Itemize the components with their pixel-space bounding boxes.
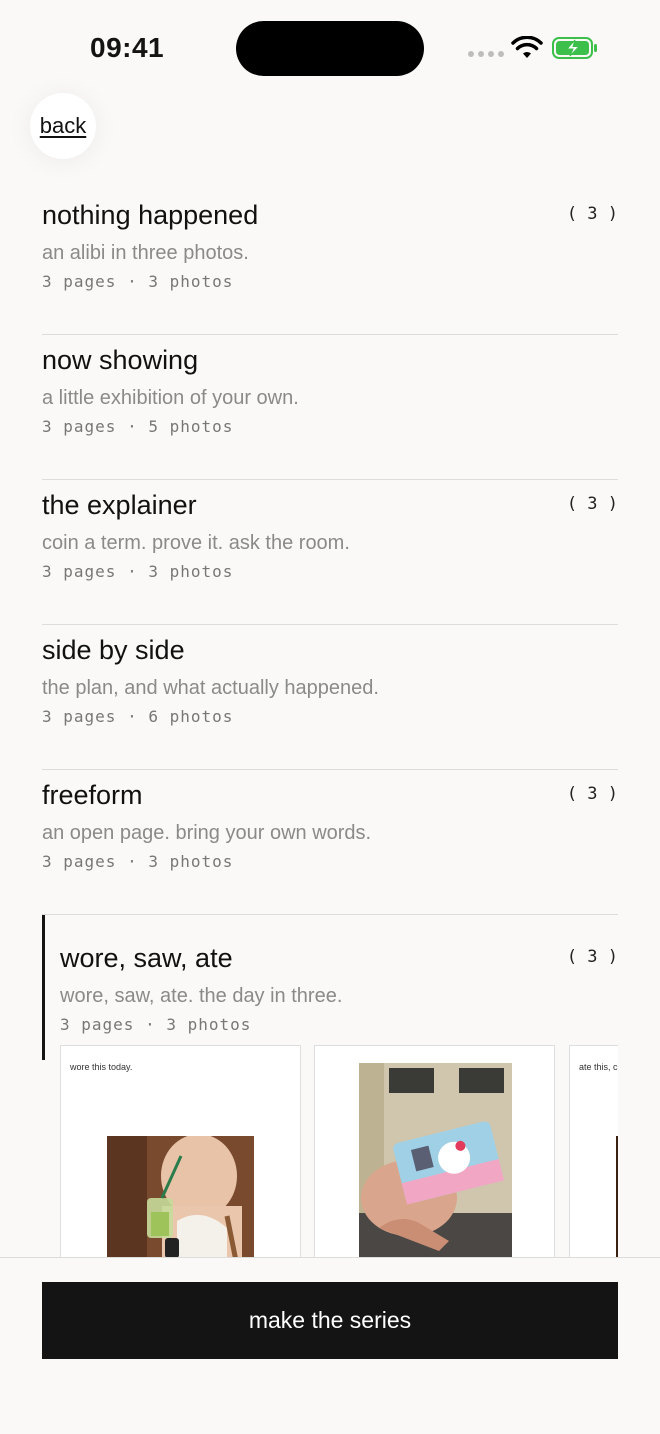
series-item-side-by-side[interactable]: side by side the plan, and what actually…: [42, 625, 618, 770]
photo-hello-kitty-card: [359, 1063, 512, 1257]
series-title: nothing happened: [42, 200, 259, 230]
series-item-now-showing[interactable]: now showing a little exhibition of your …: [42, 335, 618, 480]
selected-indicator: [42, 915, 45, 1060]
series-title: wore, saw, ate: [60, 943, 233, 973]
preview-page-1[interactable]: wore this today.: [60, 1045, 301, 1257]
preview-page-3[interactable]: ate this, c: [569, 1045, 618, 1257]
series-item-freeform[interactable]: freeform an open page. bring your own wo…: [42, 770, 618, 915]
wifi-icon: [511, 36, 543, 58]
status-time: 09:41: [90, 32, 165, 63]
back-button[interactable]: back: [30, 93, 96, 159]
series-description: wore, saw, ate. the day in three.: [60, 985, 343, 1007]
make-series-button[interactable]: make the series: [42, 1282, 618, 1359]
series-meta: 3 pages · 6 photos: [42, 707, 234, 726]
series-meta: 3 pages · 3 photos: [42, 562, 234, 581]
series-meta: 3 pages · 3 photos: [42, 852, 234, 871]
series-meta: 3 pages · 3 photos: [42, 272, 234, 291]
dynamic-island: [236, 21, 424, 76]
status-bar: 09:41: [0, 0, 660, 96]
series-description: coin a term. prove it. ask the room.: [42, 532, 350, 554]
series-description: an alibi in three photos.: [42, 242, 249, 264]
preview-page-2[interactable]: [314, 1045, 555, 1257]
photo-matcha-drink: [107, 1136, 254, 1257]
series-description: a little exhibition of your own.: [42, 387, 299, 409]
series-item-the-explainer[interactable]: the explainer coin a term. prove it. ask…: [42, 480, 618, 625]
series-count: ( 3 ): [566, 784, 618, 804]
series-meta: 3 pages · 5 photos: [42, 417, 234, 436]
series-description: the plan, and what actually happened.: [42, 677, 379, 699]
series-title: freeform: [42, 780, 143, 810]
series-title: now showing: [42, 345, 199, 375]
series-meta: 3 pages · 3 photos: [60, 1015, 252, 1034]
cellular-signal-icon: [468, 51, 504, 57]
series-description: an open page. bring your own words.: [42, 822, 372, 844]
photo-food: [616, 1136, 618, 1257]
series-count: ( 3 ): [566, 947, 618, 967]
series-count: ( 3 ): [566, 494, 618, 514]
series-title: side by side: [42, 635, 185, 665]
series-title: the explainer: [42, 490, 197, 520]
footer-divider: [0, 1257, 660, 1258]
page-caption: wore this today.: [70, 1062, 133, 1072]
series-item-nothing-happened[interactable]: nothing happened an alibi in three photo…: [42, 190, 618, 335]
page-caption: ate this, c: [579, 1062, 618, 1072]
series-count: ( 3 ): [566, 204, 618, 224]
series-preview-strip[interactable]: wore this today. ate this, c: [60, 1045, 618, 1257]
battery-charging-icon: [552, 37, 597, 59]
back-label: back: [39, 113, 87, 138]
series-list: nothing happened an alibi in three photo…: [42, 190, 618, 1067]
